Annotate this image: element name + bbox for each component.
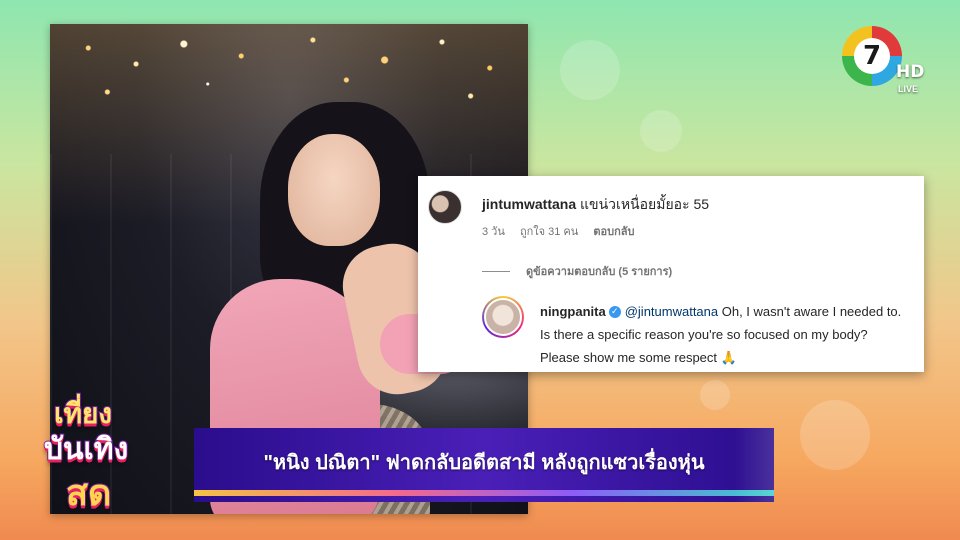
bg-bubble <box>640 110 682 152</box>
hd-label: HD <box>896 62 925 82</box>
channel-7-logo: 7 HD LIVE <box>842 26 925 100</box>
view-replies-link[interactable]: ดูข้อความตอบกลับ (5 รายการ) <box>482 262 672 280</box>
comment-likes[interactable]: ถูกใจ 31 คน <box>520 226 578 238</box>
bg-bubble <box>560 40 620 100</box>
verified-badge-icon: ✓ <box>608 305 621 318</box>
logo-number: 7 <box>854 38 890 74</box>
live-label: LIVE <box>898 84 919 94</box>
bg-bubble <box>700 380 730 410</box>
reply-body: ningpanita ✓ @jintumwattana Oh, I wasn't a… <box>540 300 908 370</box>
comment-line: jintumwattana แขน่วเหนื่อยมั้ยอะ 55 <box>482 194 709 216</box>
reply-mention[interactable]: @jintumwattana <box>625 304 718 319</box>
comment-screenshot: jintumwattana แขน่วเหนื่อยมั้ยอะ 55 3 วั… <box>418 176 924 372</box>
headline-banner: "หนิง ปณิตา" ฟาดกลับอดีตสามี หลังถูกแซวเ… <box>194 428 774 502</box>
comment-meta: 3 วัน ถูกใจ 31 คน ตอบกลับ <box>482 222 647 240</box>
banner-glow <box>734 428 774 502</box>
commenter-username[interactable]: jintumwattana <box>482 196 576 212</box>
banner-stripe <box>194 490 774 496</box>
view-replies-label: ดูข้อความตอบกลับ (5 รายการ) <box>526 266 673 278</box>
show-logo: เที่ยง บันเทิง สด <box>40 392 180 518</box>
replier-avatar <box>482 296 524 338</box>
pray-emoji-icon: 🙏 <box>720 351 737 366</box>
bg-bubble <box>800 400 870 470</box>
reply-button[interactable]: ตอบกลับ <box>593 226 634 238</box>
comment-text: แขน่วเหนื่อยมั้ยอะ 55 <box>580 196 710 212</box>
replier-username[interactable]: ningpanita <box>540 304 606 319</box>
comment-time: 3 วัน <box>482 226 505 238</box>
commenter-avatar <box>428 190 462 224</box>
divider-dash <box>482 270 510 272</box>
headline-text: "หนิง ปณิตา" ฟาดกลับอดีตสามี หลังถูกแซวเ… <box>263 452 705 474</box>
person-face <box>288 134 380 246</box>
show-logo-line3: สด <box>65 472 112 515</box>
